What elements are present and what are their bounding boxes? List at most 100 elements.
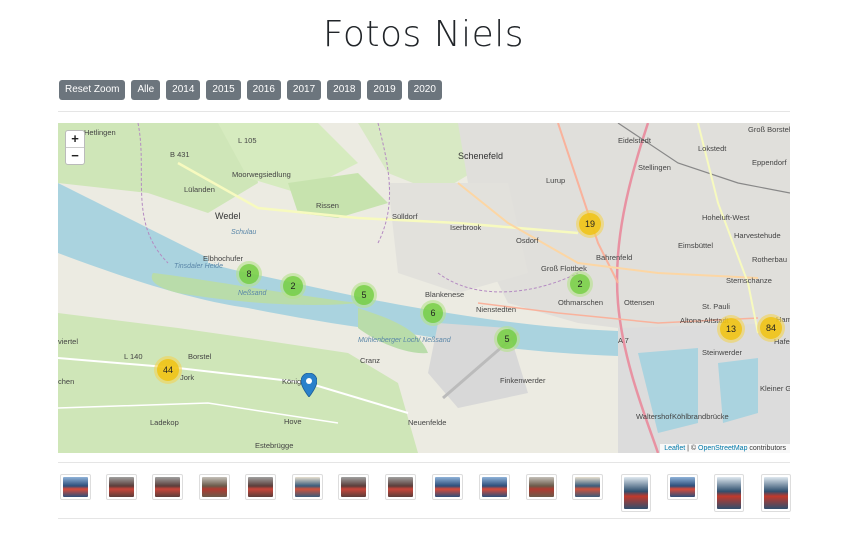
leaflet-link[interactable]: Leaflet — [664, 445, 685, 452]
place-label: Mühlenberger Loch/ Neßsand — [358, 337, 451, 344]
photo-thumbnail[interactable] — [667, 474, 698, 500]
photo-thumbnail[interactable] — [152, 474, 183, 500]
filter-2015-button[interactable]: 2015 — [206, 80, 241, 100]
photo-thumbnail[interactable] — [385, 474, 416, 500]
place-label: Lülanden — [184, 185, 215, 194]
place-label: Borstel — [188, 352, 212, 361]
photo-thumbnail[interactable] — [572, 474, 603, 500]
place-label: Bahrenfeld — [596, 253, 633, 262]
thumbnail-image — [764, 477, 788, 509]
place-label: L 140 — [124, 352, 143, 361]
place-label: Estebrügge — [255, 441, 294, 450]
photo-cluster[interactable]: 6 — [420, 300, 446, 326]
photo-cluster[interactable]: 2 — [280, 273, 306, 299]
photo-cluster[interactable]: 2 — [567, 271, 593, 297]
place-label: Tinsdaler Heide — [174, 263, 223, 270]
filter-2020-button[interactable]: 2020 — [407, 80, 442, 100]
thumbnail-image — [388, 477, 413, 497]
photo-thumbnail[interactable] — [245, 474, 276, 500]
photo-thumbnail[interactable] — [761, 474, 791, 512]
place-label: Schenefeld — [458, 151, 504, 161]
place-label: Harvestehude — [734, 231, 781, 240]
place-label: chen — [58, 377, 75, 386]
thumbnail-image — [295, 477, 320, 497]
thumbnail-image — [717, 477, 741, 509]
thumbnail-image — [529, 477, 554, 497]
photo-thumbnail-strip — [58, 470, 791, 512]
photo-thumbnail[interactable] — [338, 474, 369, 500]
place-label: Eidelstedt — [618, 136, 651, 145]
divider-bottom — [58, 518, 790, 519]
place-label: Ottensen — [624, 298, 655, 307]
zoom-out-button[interactable]: − — [66, 148, 84, 164]
photo-cluster[interactable]: 5 — [494, 326, 520, 352]
place-label: Lurup — [546, 176, 566, 185]
osm-link[interactable]: OpenStreetMap — [698, 445, 747, 452]
photo-cluster[interactable]: 19 — [576, 210, 604, 238]
place-label: Steinwerder — [702, 348, 743, 357]
map-attribution: Leaflet | © OpenStreetMap contributors — [660, 444, 790, 453]
photo-thumbnail[interactable] — [292, 474, 323, 500]
filter-2014-button[interactable]: 2014 — [166, 80, 201, 100]
place-label: Stellingen — [638, 163, 671, 172]
place-label: Hoheluft-West — [702, 213, 750, 222]
photo-thumbnail[interactable] — [199, 474, 230, 500]
filter-2019-button[interactable]: 2019 — [367, 80, 402, 100]
place-label: Wedel — [215, 211, 241, 221]
place-label: Hetlingen — [84, 128, 116, 137]
photo-cluster[interactable]: 84 — [757, 314, 785, 342]
place-label: Neßsand — [238, 290, 267, 297]
place-label: A 7 — [618, 336, 629, 345]
place-label: L 105 — [238, 136, 257, 145]
place-label: Groß Borstel — [748, 125, 790, 134]
photo-map[interactable]: + − Hetlingen L 105 Eidelstedt Lokstedt … — [58, 123, 790, 453]
photo-thumbnail[interactable] — [714, 474, 744, 512]
reset-zoom-button[interactable]: Reset Zoom — [59, 80, 126, 100]
filter-2018-button[interactable]: 2018 — [327, 80, 362, 100]
photo-thumbnail[interactable] — [621, 474, 651, 512]
place-label: Sternschanze — [726, 276, 772, 285]
thumbnail-image — [435, 477, 460, 497]
place-label: Waltershof — [636, 412, 672, 421]
place-label: Eimsbüttel — [678, 241, 714, 250]
zoom-control: + − — [65, 130, 85, 165]
place-label: viertel — [58, 337, 79, 346]
filter-all-button[interactable]: Alle — [131, 80, 161, 100]
photo-cluster[interactable]: 5 — [351, 282, 377, 308]
photo-cluster[interactable]: 44 — [154, 356, 182, 384]
zoom-in-button[interactable]: + — [66, 131, 84, 148]
place-label: Nienstedten — [476, 305, 517, 314]
map-marker-icon[interactable] — [301, 373, 317, 397]
place-label: Eppendorf — [752, 158, 787, 167]
thumbnail-image — [341, 477, 366, 497]
photo-cluster[interactable]: 8 — [236, 261, 262, 287]
place-label: Osdorf — [516, 236, 539, 245]
year-filter-bar: Reset Zoom Alle 2014 2015 2016 2017 2018… — [59, 80, 442, 100]
thumbnail-image — [109, 477, 134, 497]
divider-top — [58, 111, 790, 112]
thumbnail-image — [624, 477, 648, 509]
filter-2017-button[interactable]: 2017 — [286, 80, 322, 100]
thumbnail-image — [670, 477, 695, 497]
place-label: B 431 — [170, 150, 190, 159]
place-label: Kleiner G — [760, 384, 790, 393]
photo-thumbnail[interactable] — [479, 474, 510, 500]
place-label: Sülldorf — [392, 212, 418, 221]
photo-thumbnail[interactable] — [526, 474, 557, 500]
place-label: Cranz — [360, 356, 381, 365]
place-label: Moorwegsiedlung — [232, 170, 291, 179]
map-tiles[interactable] — [58, 123, 790, 453]
photo-thumbnail[interactable] — [106, 474, 137, 500]
filter-2016-button[interactable]: 2016 — [246, 80, 281, 100]
photo-thumbnail[interactable] — [60, 474, 91, 500]
photo-cluster[interactable]: 13 — [717, 315, 745, 343]
page-title: Fotos Niels — [322, 14, 525, 55]
thumbnail-image — [63, 477, 88, 497]
place-label: Rotherbau — [752, 255, 788, 264]
place-label: Hove — [284, 417, 302, 426]
thumbnail-image — [155, 477, 180, 497]
place-label: Iserbrook — [450, 223, 482, 232]
thumbnail-image — [248, 477, 273, 497]
place-label: St. Pauli — [702, 302, 730, 311]
photo-thumbnail[interactable] — [432, 474, 463, 500]
